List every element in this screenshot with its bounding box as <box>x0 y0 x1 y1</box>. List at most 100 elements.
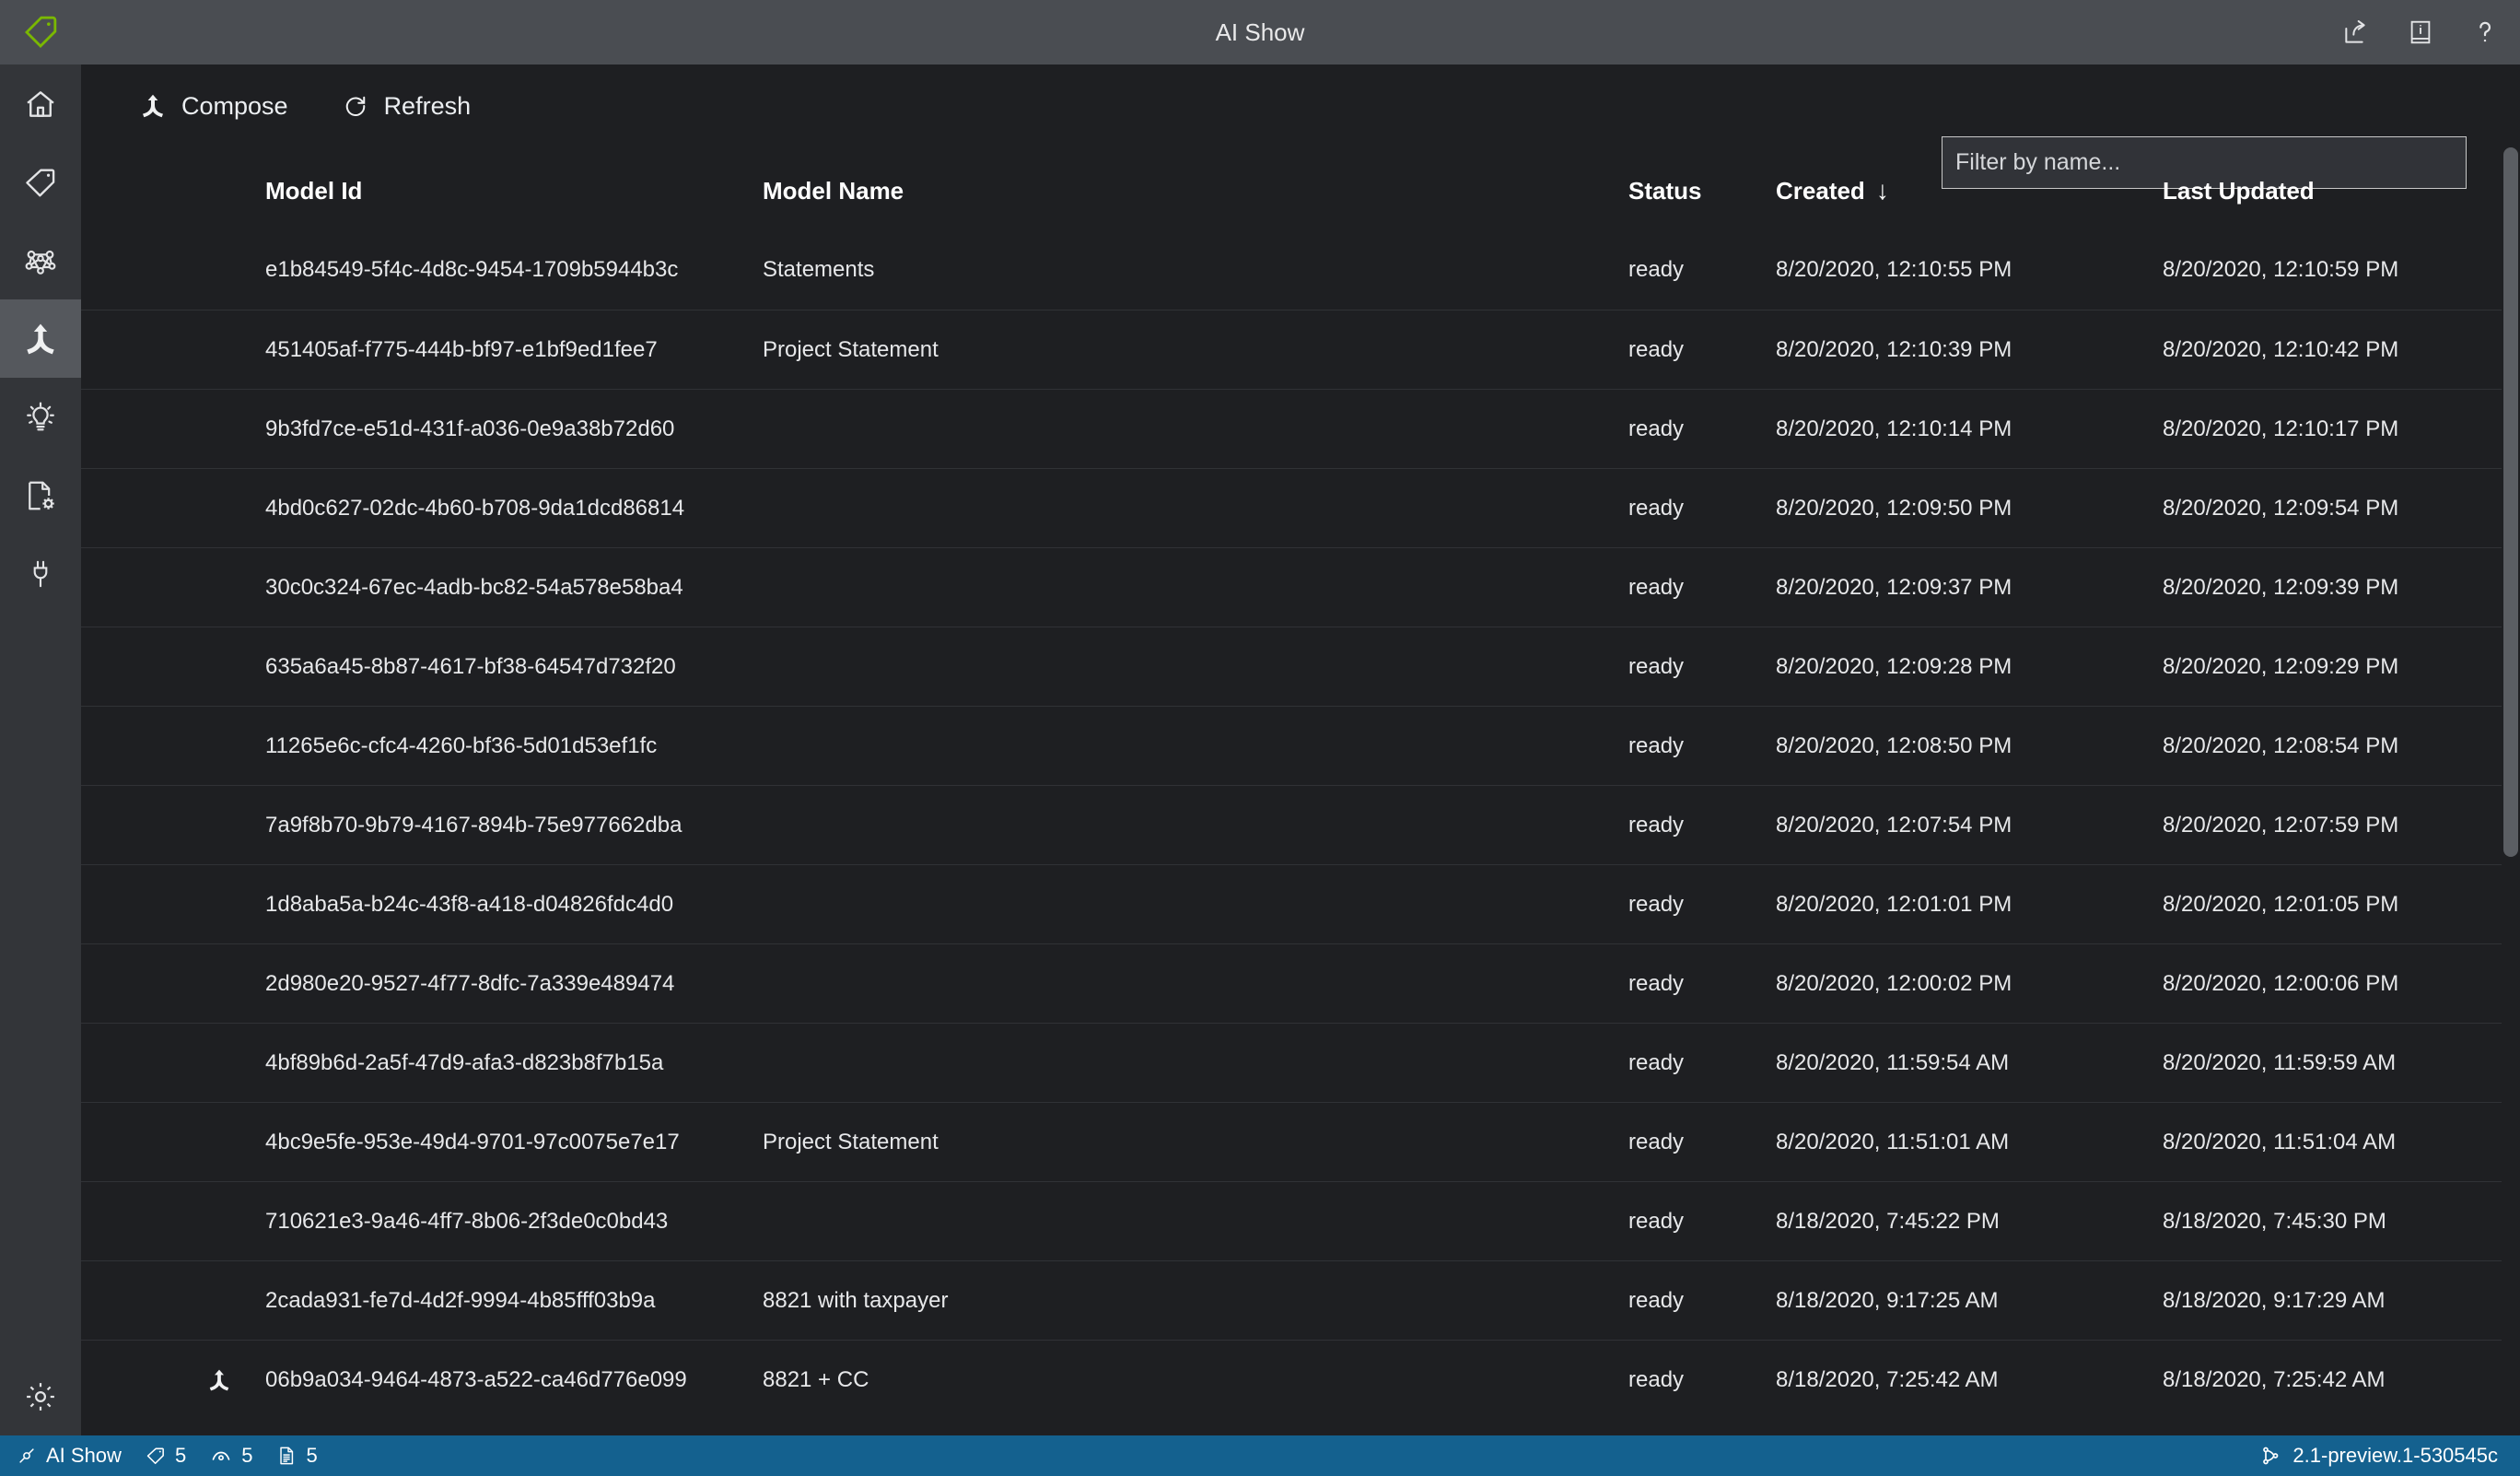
table-row[interactable]: 06b9a034-9464-4873-a522-ca46d776e099 8821… <box>81 1340 2520 1419</box>
status-eye-count[interactable]: 5 <box>210 1435 252 1476</box>
table-row[interactable]: e1b84549-5f4c-4d8c-9454-1709b5944b3c Stat… <box>81 230 2520 310</box>
table-header-row: Model Id Model Name Status Created ↓ Las… <box>81 147 2520 230</box>
table-row[interactable]: 9b3fd7ce-e51d-431f-a036-0e9a38b72d60 read… <box>81 389 2520 468</box>
refresh-icon <box>342 92 369 120</box>
compose-merge-icon <box>81 1367 265 1393</box>
cell-model-name: Project Statement <box>763 336 939 362</box>
cell-status: ready <box>1628 812 1685 838</box>
table-row[interactable]: 2d980e20-9527-4f77-8dfc-7a339e489474 read… <box>81 943 2520 1023</box>
plug-icon <box>17 1446 37 1466</box>
status-document-count-value: 5 <box>306 1444 318 1467</box>
cell-status: ready <box>1628 1287 1685 1313</box>
vertical-scrollbar-track[interactable] <box>2502 64 2520 1435</box>
document-gear-icon <box>23 478 58 513</box>
table-row[interactable]: 4bd0c627-02dc-4b60-b708-9da1dcd86814 read… <box>81 468 2520 547</box>
cell-status: ready <box>1628 1208 1685 1234</box>
cell-created: 8/20/2020, 12:01:01 PM <box>1776 891 2012 917</box>
cell-model-id: 710621e3-9a46-4ff7-8b06-2f3de0c0bd43 <box>265 1208 669 1234</box>
table-row[interactable]: 4bc9e5fe-953e-49d4-9701-97c0075e7e17 Proj… <box>81 1102 2520 1181</box>
table-row[interactable]: 30c0c324-67ec-4adb-bc82-54a578e58ba4 read… <box>81 547 2520 627</box>
table-row[interactable]: 4bf89b6d-2a5f-47d9-afa3-d823b8f7b15a read… <box>81 1023 2520 1102</box>
status-bar-left: AI Show 5 5 5 <box>0 1435 318 1476</box>
compose-button-label: Compose <box>181 91 288 120</box>
table-header-created[interactable]: Created ↓ <box>1776 172 2163 205</box>
sidebar-item-insights[interactable] <box>0 378 81 456</box>
sort-descending-icon: ↓ <box>1875 176 1889 205</box>
table-row[interactable]: 7a9f8b70-9b79-4167-894b-75e977662dba read… <box>81 785 2520 864</box>
table-row[interactable]: 11265e6c-cfc4-4260-bf36-5d01d53ef1fc read… <box>81 706 2520 785</box>
sidebar-item-connections[interactable] <box>0 534 81 613</box>
cell-last-updated: 8/18/2020, 7:25:42 AM <box>2163 1366 2386 1392</box>
cell-last-updated: 8/18/2020, 9:17:29 AM <box>2163 1287 2386 1313</box>
table-row[interactable]: 2cada931-fe7d-4d2f-9994-4b85fff03b9a 8821… <box>81 1260 2520 1340</box>
lightbulb-icon <box>23 400 58 435</box>
table-row[interactable]: 635a6a45-8b87-4617-bf38-64547d732f20 read… <box>81 627 2520 706</box>
cell-last-updated: 8/20/2020, 12:09:29 PM <box>2163 653 2399 679</box>
table-header-model-id[interactable]: Model Id <box>265 173 763 205</box>
cell-created: 8/20/2020, 12:07:54 PM <box>1776 812 2012 838</box>
cell-model-id: 451405af-f775-444b-bf97-e1bf9ed1fee7 <box>265 336 658 362</box>
sidebar-item-tags[interactable] <box>0 143 81 221</box>
cell-status: ready <box>1628 1129 1685 1154</box>
status-connection[interactable]: AI Show <box>17 1435 122 1476</box>
table-header-status[interactable]: Status <box>1628 173 1776 205</box>
sidebar-item-compose[interactable] <box>0 299 81 378</box>
cell-model-id: 4bc9e5fe-953e-49d4-9701-97c0075e7e17 <box>265 1129 680 1154</box>
cell-last-updated: 8/20/2020, 11:51:04 AM <box>2163 1129 2397 1154</box>
share-icon[interactable] <box>2338 14 2374 51</box>
status-bar: AI Show 5 5 5 2.1-preview.1-530545c <box>0 1435 2520 1476</box>
cell-model-id: 7a9f8b70-9b79-4167-894b-75e977662dba <box>265 812 682 838</box>
status-eye-count-value: 5 <box>241 1444 253 1467</box>
cell-model-id: 30c0c324-67ec-4adb-bc82-54a578e58ba4 <box>265 574 683 600</box>
table-row[interactable]: 710621e3-9a46-4ff7-8b06-2f3de0c0bd43 read… <box>81 1181 2520 1260</box>
status-document-count[interactable]: 5 <box>276 1435 318 1476</box>
table-row[interactable]: 1d8aba5a-b24c-43f8-a418-d04826fdc4d0 read… <box>81 864 2520 943</box>
sidebar-item-models[interactable] <box>0 221 81 299</box>
tag-icon <box>23 165 58 200</box>
status-tag-count-value: 5 <box>174 1444 187 1467</box>
branch-icon <box>2259 1445 2281 1467</box>
home-icon <box>23 87 58 122</box>
cell-model-name: 8821 with taxpayer <box>763 1287 949 1313</box>
cell-model-id: 2d980e20-9527-4f77-8dfc-7a339e489474 <box>265 970 675 996</box>
documentation-icon[interactable] <box>2402 14 2439 51</box>
table-header-created-label: Created <box>1776 176 1865 205</box>
refresh-button[interactable]: Refresh <box>334 79 479 133</box>
compose-merge-icon <box>139 92 167 120</box>
cell-model-id: 06b9a034-9464-4873-a522-ca46d776e099 <box>265 1366 687 1392</box>
sidebar-rail <box>0 64 81 1435</box>
table-body: e1b84549-5f4c-4d8c-9454-1709b5944b3c Stat… <box>81 230 2520 1419</box>
vertical-scrollbar-thumb[interactable] <box>2503 147 2518 857</box>
cell-created: 8/20/2020, 12:09:50 PM <box>1776 495 2012 521</box>
sidebar-item-document-settings[interactable] <box>0 456 81 534</box>
cell-status: ready <box>1628 653 1685 679</box>
status-tag-count[interactable]: 5 <box>146 1435 186 1476</box>
cell-status: ready <box>1628 336 1685 362</box>
cell-model-id: 4bd0c627-02dc-4b60-b708-9da1dcd86814 <box>265 495 685 521</box>
window-title: AI Show <box>1215 18 1305 46</box>
sidebar-item-home[interactable] <box>0 64 81 143</box>
cell-status: ready <box>1628 495 1685 521</box>
sidebar-item-settings[interactable] <box>0 1357 81 1435</box>
cell-model-id: 635a6a45-8b87-4617-bf38-64547d732f20 <box>265 653 676 679</box>
cell-last-updated: 8/20/2020, 12:10:59 PM <box>2163 257 2399 282</box>
table-row[interactable]: 451405af-f775-444b-bf97-e1bf9ed1fee7 Proj… <box>81 310 2520 389</box>
cell-created: 8/20/2020, 11:59:54 AM <box>1776 1049 2010 1075</box>
compose-button[interactable]: Compose <box>132 79 296 133</box>
cell-created: 8/18/2020, 7:45:22 PM <box>1776 1208 2000 1234</box>
cell-status: ready <box>1628 574 1685 600</box>
table-header-last-updated[interactable]: Last Updated <box>2163 173 2513 205</box>
models-table: Model Id Model Name Status Created ↓ Las… <box>81 147 2520 1435</box>
cell-model-id: 9b3fd7ce-e51d-431f-a036-0e9a38b72d60 <box>265 416 675 441</box>
tag-icon <box>146 1446 166 1466</box>
status-bar-right[interactable]: 2.1-preview.1-530545c <box>2259 1444 2498 1468</box>
cell-created: 8/20/2020, 12:08:50 PM <box>1776 732 2012 758</box>
cell-last-updated: 8/20/2020, 12:07:59 PM <box>2163 812 2399 838</box>
table-header-model-name[interactable]: Model Name <box>763 173 1628 205</box>
cell-status: ready <box>1628 970 1685 996</box>
cell-last-updated: 8/20/2020, 12:09:54 PM <box>2163 495 2399 521</box>
network-graph-icon <box>22 242 59 279</box>
plug-icon <box>24 557 57 591</box>
cell-created: 8/20/2020, 12:10:14 PM <box>1776 416 2012 441</box>
help-icon[interactable] <box>2467 14 2503 51</box>
